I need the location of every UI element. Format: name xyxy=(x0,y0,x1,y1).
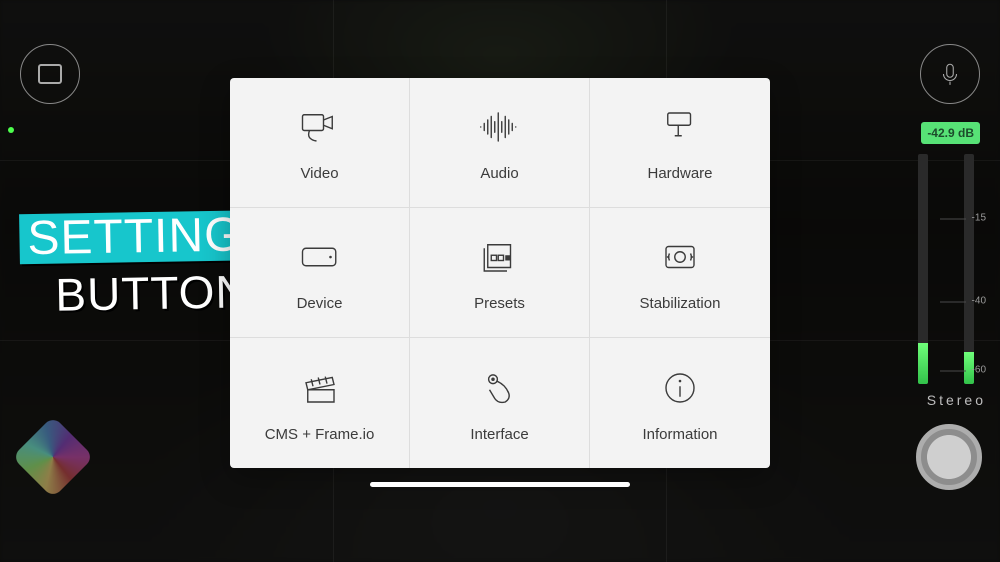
gimbal-icon xyxy=(652,103,708,151)
settings-item-label: Hardware xyxy=(647,165,712,182)
touch-icon xyxy=(472,364,528,412)
video-camera-icon xyxy=(292,103,348,151)
settings-item-device[interactable]: Device xyxy=(230,208,410,338)
audio-mode-label: Stereo xyxy=(927,392,986,408)
status-indicator-dot xyxy=(8,127,14,133)
audio-meter-ticks: -15 -40 -60 xyxy=(910,154,990,384)
settings-item-information[interactable]: Information xyxy=(590,338,770,468)
mic-icon xyxy=(937,61,963,87)
stabilization-icon xyxy=(652,233,708,281)
home-indicator[interactable] xyxy=(370,482,630,487)
settings-item-interface[interactable]: Interface xyxy=(410,338,590,468)
settings-item-label: Presets xyxy=(474,295,525,312)
settings-item-video[interactable]: Video xyxy=(230,78,410,208)
settings-item-label: Information xyxy=(642,426,717,443)
microphone-button[interactable] xyxy=(920,44,980,104)
settings-item-label: Stabilization xyxy=(640,295,721,312)
framing-button[interactable] xyxy=(20,44,80,104)
settings-panel: Video Audio Hardware Device xyxy=(230,78,770,468)
clapperboard-icon xyxy=(292,364,348,412)
phone-icon xyxy=(292,233,348,281)
record-button[interactable] xyxy=(916,424,982,490)
settings-item-label: Interface xyxy=(470,426,528,443)
info-icon xyxy=(652,364,708,412)
settings-item-audio[interactable]: Audio xyxy=(410,78,590,208)
settings-item-label: Audio xyxy=(480,165,518,182)
settings-item-hardware[interactable]: Hardware xyxy=(590,78,770,208)
waveform-icon xyxy=(472,103,528,151)
tick-label: -60 xyxy=(972,365,986,376)
settings-item-label: Video xyxy=(300,165,338,182)
settings-item-cms[interactable]: CMS + Frame.io xyxy=(230,338,410,468)
tick-label: -40 xyxy=(972,296,986,307)
settings-item-stabilization[interactable]: Stabilization xyxy=(590,208,770,338)
settings-item-label: Device xyxy=(297,295,343,312)
settings-item-presets[interactable]: Presets xyxy=(410,208,590,338)
settings-item-label: CMS + Frame.io xyxy=(265,426,375,443)
presets-icon xyxy=(472,233,528,281)
tick-label: -15 xyxy=(972,213,986,224)
audio-db-badge: -42.9 dB xyxy=(921,122,980,144)
frame-icon xyxy=(38,64,62,84)
